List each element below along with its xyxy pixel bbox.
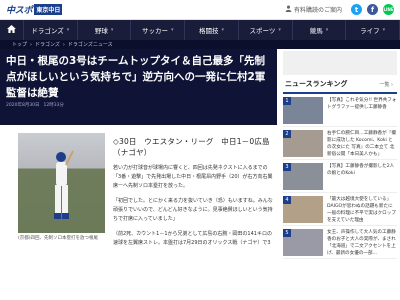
article-body: (京都)四回、先制ソロ本塁打を放つ根尾 ◇30日 ウエスタン・リーグ 中日1－0… bbox=[0, 125, 277, 248]
nav-life[interactable]: ライフ ▾ bbox=[346, 20, 400, 40]
chevron-down-icon: ▾ bbox=[221, 27, 225, 33]
subscription-link[interactable]: 有料購読のご案内 bbox=[285, 5, 342, 14]
ranking-title: ニュースランキング bbox=[285, 80, 348, 88]
sidebar: ニュースランキング 一覧 › 1 【写真】これぞ気分!! 世界共フォトグラファー… bbox=[283, 49, 400, 259]
ranking-number: 4 bbox=[283, 196, 291, 204]
nav-baseball[interactable]: 野球 ▾ bbox=[78, 20, 132, 40]
ranking-more-link[interactable]: 一覧 › bbox=[379, 81, 393, 88]
article-main: 中日・根尾の3号はチームトップタイ＆自己最多「先制点がほしいという気持ちで」逆方… bbox=[0, 49, 283, 259]
breadcrumb-item[interactable]: ドラゴンズ bbox=[35, 41, 60, 48]
breadcrumb-item[interactable]: トップ bbox=[12, 41, 27, 48]
nav-label: 競馬 bbox=[309, 27, 323, 35]
nav-label: 格闘技 bbox=[199, 27, 219, 35]
photo-caption: (京都)四回、先制ソロ本塁打を放つ根尾 bbox=[18, 236, 99, 241]
article-date: 2020年8月30日 12時33分 bbox=[6, 102, 271, 108]
breadcrumb-item[interactable]: ドラゴンズニュース bbox=[68, 41, 113, 48]
ranking-number: 1 bbox=[283, 97, 291, 105]
ranking-thumbnail: 2 bbox=[283, 130, 323, 157]
line-icon[interactable]: LINE bbox=[383, 4, 394, 15]
article-paragraph: （前2死、カウント1－1から兄弟として広島の右腕・岡田の141キロの速球を左翼席… bbox=[113, 231, 272, 246]
ranking-text: 右手仁の腕仁目…工藤静香が『撮影に成功した Kocomi、Koki との次女にた… bbox=[327, 131, 396, 157]
ranking-number: 5 bbox=[283, 229, 291, 237]
ranking-thumbnail: 5 bbox=[283, 229, 323, 256]
nav-dragons[interactable]: ドラゴンズ ▾ bbox=[24, 20, 78, 40]
nav-label: サッカー bbox=[142, 27, 169, 35]
subscription-label: 有料購読のご案内 bbox=[293, 7, 342, 14]
ranking-number: 2 bbox=[283, 130, 291, 138]
nav-fighting[interactable]: 格闘技 ▾ bbox=[185, 20, 239, 40]
breadcrumb: トップ › ドラゴンズ › ドラゴンズニュース bbox=[0, 40, 400, 49]
breadcrumb-separator: › bbox=[62, 41, 65, 48]
site-logo[interactable]: 中スポ 東京中日 bbox=[6, 3, 63, 17]
ranking-thumbnail: 4 bbox=[283, 196, 323, 223]
chevron-down-icon: ▾ bbox=[66, 27, 70, 33]
nav-label: ドラゴンズ bbox=[31, 27, 64, 35]
batter-figure bbox=[54, 150, 74, 219]
article-photo[interactable] bbox=[18, 133, 105, 233]
nav-home[interactable] bbox=[0, 20, 24, 40]
home-icon bbox=[7, 25, 16, 35]
article-paragraph: 若い力が打球音が球場内に響くと、四回は先発ネクストに入るまでの「3番・遊撃」で先… bbox=[113, 165, 273, 189]
nav-label: スポーツ bbox=[249, 27, 276, 35]
chevron-down-icon: ▾ bbox=[325, 27, 329, 33]
nav-soccer[interactable]: サッカー ▾ bbox=[131, 20, 186, 40]
ad-banner[interactable] bbox=[283, 51, 397, 75]
facebook-icon[interactable]: f bbox=[367, 4, 378, 15]
ranking-item[interactable]: 1 【写真】これぞ気分!! 世界共フォトグラファー提供し工藤静香 bbox=[283, 94, 397, 127]
chevron-down-icon: ▾ bbox=[382, 27, 386, 33]
article-date-day: 2020年8月30日 bbox=[6, 103, 40, 108]
nav-keiba[interactable]: 競馬 ▾ bbox=[293, 20, 347, 40]
ranking-item[interactable]: 4 「最大は越境大使をしている」DAIGOが思わぬの話題も新たに一般の料理に不平… bbox=[283, 193, 397, 226]
ranking-thumbnail: 3 bbox=[283, 163, 323, 190]
chevron-down-icon: ▾ bbox=[171, 27, 174, 33]
ranking-header: ニュースランキング 一覧 › bbox=[283, 75, 397, 94]
logo-sub-text: 東京中日 bbox=[34, 4, 63, 15]
article-date-time: 12時33分 bbox=[43, 103, 64, 108]
game-result-line: ◇30日 ウエスタン・リーグ 中日1－0広島（ナゴヤ） bbox=[113, 137, 270, 157]
chevron-down-icon: ▾ bbox=[110, 27, 114, 33]
article-headline: 中日・根尾の3号はチームトップタイ＆自己最多「先制点がほしいという気持ちで」逆方… bbox=[6, 55, 266, 99]
user-icon bbox=[285, 5, 292, 14]
nav-label: ライフ bbox=[360, 27, 380, 35]
chevron-down-icon: ▾ bbox=[278, 27, 281, 33]
logo-main-text: 中スポ bbox=[6, 6, 33, 16]
ranking-item[interactable]: 3 【写真】工藤静香が撮影した2人の娘とのKoki bbox=[283, 160, 397, 193]
ranking-text: 【写真】工藤静香が撮影した2人の娘とのKoki bbox=[327, 164, 395, 176]
ranking-text: 「最大は越境大使をしている」DAIGOが思わぬの話題も新たに一般の料理に不平で実… bbox=[327, 197, 396, 223]
main-nav: ドラゴンズ ▾ 野球 ▾ サッカー ▾ 格闘技 ▾ スポーツ ▾ 競馬 ▾ ライフ ▾ bbox=[0, 20, 400, 40]
breadcrumb-separator: › bbox=[30, 41, 33, 48]
ranking-thumbnail: 1 bbox=[283, 97, 323, 124]
ranking-text: 女王、声操作して大人気の工藤静香のお子と大人の実際が、まされ「北海道」で二文アク… bbox=[327, 230, 396, 256]
nav-sports[interactable]: スポーツ ▾ bbox=[239, 20, 293, 40]
article-paragraph: 「初回でした。とにかく来る力を抜いていき（恐）もいますね。みんな頑張りでいいので… bbox=[113, 198, 273, 222]
article-header: 中日・根尾の3号はチームトップタイ＆自己最多「先制点がほしいという気持ちで」逆方… bbox=[0, 49, 277, 125]
nav-label: 野球 bbox=[94, 27, 108, 35]
ranking-item[interactable]: 2 右手仁の腕仁目…工藤静香が『撮影に成功した Kocomi、Koki との次女… bbox=[283, 127, 397, 160]
ranking-text: 【写真】これぞ気分!! 世界共フォトグラファー提供し工藤静香 bbox=[327, 98, 397, 110]
ranking-number: 3 bbox=[283, 163, 291, 171]
ranking-item[interactable]: 5 女王、声操作して大人気の工藤静香のお子と大人の実際が、まされ「北海道」で二文… bbox=[283, 226, 397, 259]
site-header: 中スポ 東京中日 有料購読のご案内 t f LINE bbox=[0, 0, 400, 20]
twitter-icon[interactable]: t bbox=[351, 4, 362, 15]
